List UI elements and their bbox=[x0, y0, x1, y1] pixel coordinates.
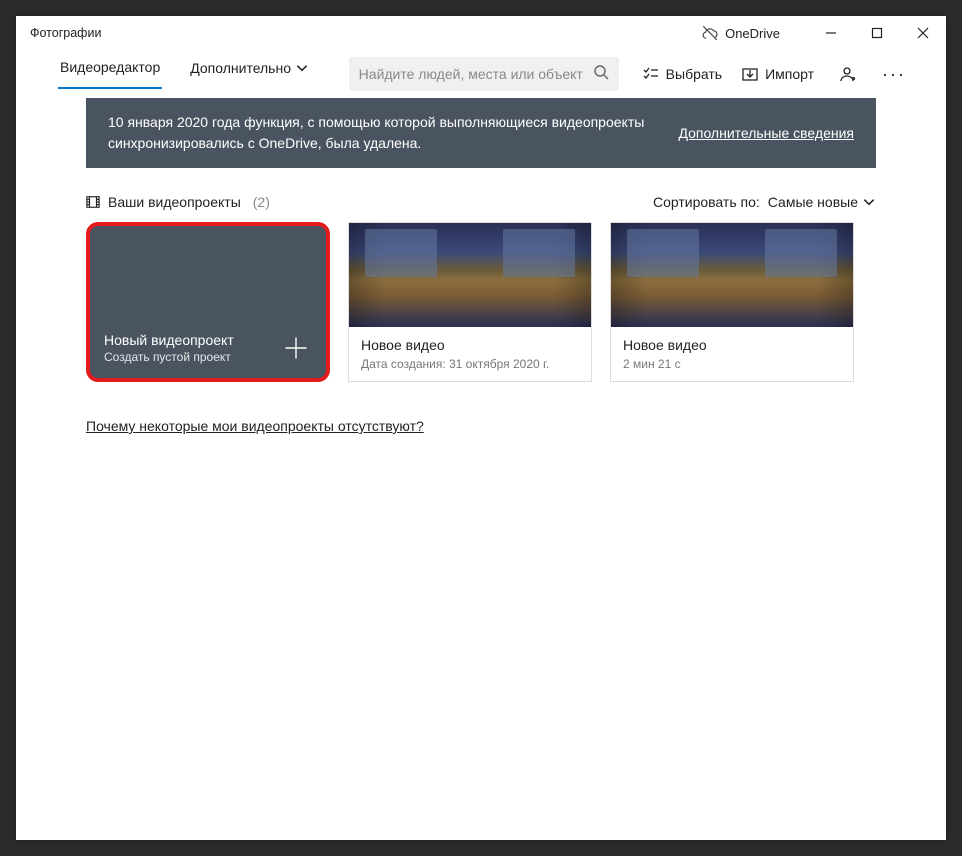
plus-icon bbox=[282, 334, 310, 362]
project-title: Новое видео bbox=[623, 337, 841, 353]
tab-more[interactable]: Дополнительно bbox=[190, 60, 309, 88]
project-thumbnail bbox=[611, 223, 853, 327]
new-project-card[interactable]: Новый видеопроект Создать пустой проект bbox=[86, 222, 330, 382]
project-subtitle: Дата создания: 31 октября 2020 г. bbox=[361, 357, 579, 371]
app-title: Фотографии bbox=[30, 26, 101, 40]
info-banner: 10 января 2020 года функция, с помощью к… bbox=[86, 98, 876, 168]
banner-text: 10 января 2020 года функция, с помощью к… bbox=[108, 112, 678, 154]
projects-grid: Новый видеопроект Создать пустой проект … bbox=[86, 222, 876, 382]
section-title: Ваши видеопроекты bbox=[108, 194, 241, 210]
project-subtitle: 2 мин 21 с bbox=[623, 357, 841, 371]
maximize-button[interactable] bbox=[854, 17, 900, 49]
cloud-off-icon bbox=[701, 24, 719, 42]
chevron-down-icon bbox=[862, 195, 876, 209]
section-header: Ваши видеопроекты (2) Сортировать по: Са… bbox=[86, 194, 876, 210]
checklist-icon bbox=[643, 66, 659, 82]
account-button[interactable] bbox=[830, 57, 866, 91]
titlebar: Фотографии OneDrive bbox=[16, 16, 946, 50]
new-project-subtitle: Создать пустой проект bbox=[104, 350, 312, 364]
onedrive-status[interactable]: OneDrive bbox=[701, 24, 780, 42]
person-icon bbox=[840, 66, 856, 82]
select-button[interactable]: Выбрать bbox=[633, 57, 732, 91]
tab-video-editor[interactable]: Видеоредактор bbox=[58, 59, 162, 89]
section-count: (2) bbox=[253, 194, 270, 210]
film-icon bbox=[86, 195, 100, 209]
sort-value: Самые новые bbox=[768, 194, 858, 210]
faq-link[interactable]: Почему некоторые мои видеопроекты отсутс… bbox=[86, 418, 424, 434]
chevron-down-icon bbox=[295, 61, 309, 75]
main-content: 10 января 2020 года функция, с помощью к… bbox=[16, 98, 946, 840]
close-button[interactable] bbox=[900, 17, 946, 49]
project-card[interactable]: Новое видео 2 мин 21 с bbox=[610, 222, 854, 382]
sort-dropdown[interactable]: Самые новые bbox=[768, 194, 876, 210]
onedrive-label: OneDrive bbox=[725, 26, 780, 41]
app-window: Фотографии OneDrive Видеоредактор Дополн… bbox=[16, 16, 946, 840]
project-card[interactable]: Новое видео Дата создания: 31 октября 20… bbox=[348, 222, 592, 382]
more-button[interactable]: ··· bbox=[872, 57, 916, 91]
new-project-title: Новый видеопроект bbox=[104, 332, 312, 348]
search-box[interactable] bbox=[349, 57, 619, 91]
import-button[interactable]: Импорт bbox=[732, 57, 824, 91]
search-input[interactable] bbox=[359, 66, 593, 82]
minimize-button[interactable] bbox=[808, 17, 854, 49]
banner-link[interactable]: Дополнительные сведения bbox=[678, 123, 854, 144]
import-icon bbox=[742, 66, 758, 82]
import-label: Импорт bbox=[765, 66, 814, 82]
sort-label: Сортировать по: bbox=[653, 194, 760, 210]
tab-more-label: Дополнительно bbox=[190, 60, 291, 76]
project-title: Новое видео bbox=[361, 337, 579, 353]
search-icon[interactable] bbox=[593, 64, 609, 85]
select-label: Выбрать bbox=[666, 66, 722, 82]
project-thumbnail bbox=[349, 223, 591, 327]
toolbar: Видеоредактор Дополнительно Выбрать Импо… bbox=[16, 50, 946, 98]
more-icon: ··· bbox=[882, 64, 906, 85]
